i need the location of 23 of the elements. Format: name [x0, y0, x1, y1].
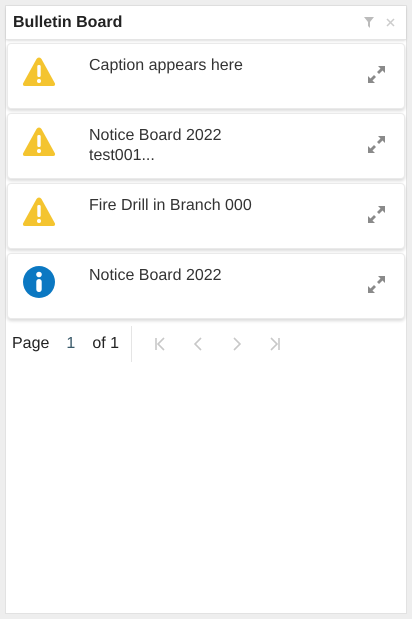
notice-text: Notice Board 2022 [89, 266, 222, 286]
page-total: of 1 [92, 334, 120, 354]
notice-card[interactable]: Fire Drill in Branch 000 [7, 183, 405, 249]
notice-text: Fire Drill in Branch 000 [89, 196, 252, 216]
filter-icon[interactable] [364, 17, 374, 28]
warning-icon [22, 126, 56, 157]
warning-icon [22, 196, 56, 227]
notice-card[interactable]: Notice Board 2022 [7, 253, 405, 319]
expand-icon[interactable] [367, 275, 386, 294]
page-number-field[interactable]: 1 [66, 332, 80, 356]
close-icon[interactable] [386, 18, 395, 27]
expand-icon[interactable] [367, 135, 386, 154]
expand-icon[interactable] [367, 65, 386, 84]
notice-text: test001... [89, 146, 156, 166]
warning-icon [22, 56, 56, 87]
notice-text: Caption appears here [89, 56, 243, 76]
notice-card[interactable]: Notice Board 2022 test001... [7, 113, 405, 179]
notice-text: Notice Board 2022 [89, 126, 222, 146]
expand-icon[interactable] [367, 205, 386, 224]
info-icon [23, 266, 55, 298]
notice-card[interactable]: Caption appears here [7, 43, 405, 109]
panel-title: Bulletin Board [13, 12, 122, 32]
page-label: Page [12, 334, 50, 354]
